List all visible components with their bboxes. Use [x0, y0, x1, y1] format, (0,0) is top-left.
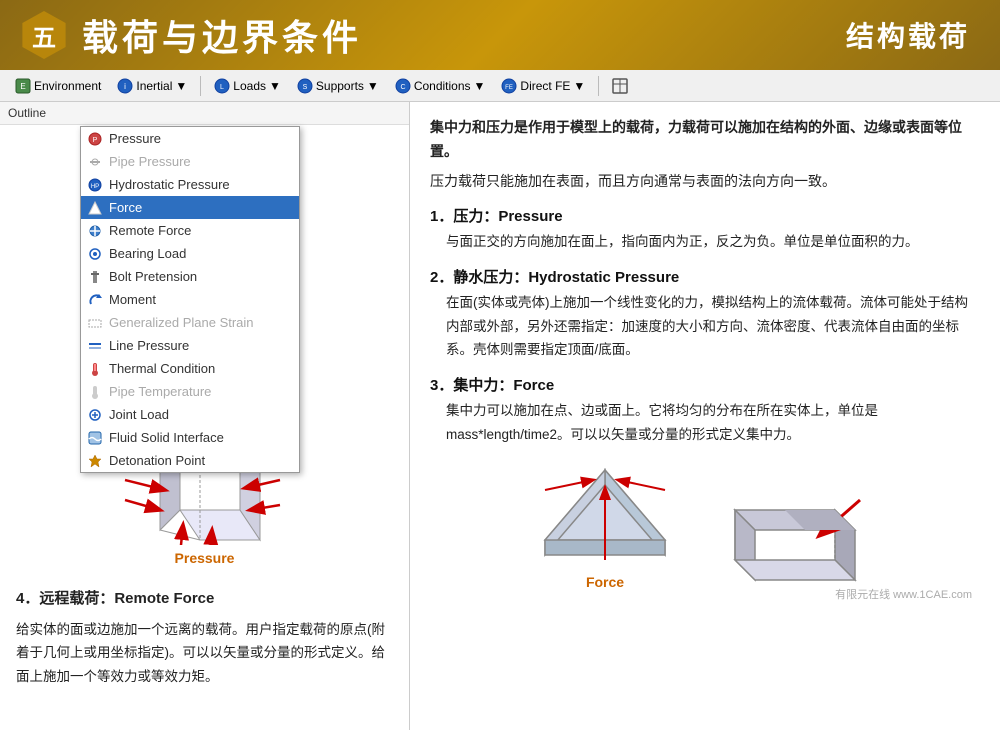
menu-item-line-pressure[interactable]: Line Pressure: [81, 334, 299, 357]
menu-item-pressure[interactable]: P Pressure: [81, 127, 299, 150]
pressure-caption: Pressure: [175, 550, 235, 566]
moment-menu-icon: [87, 292, 103, 308]
fluid-solid-menu-icon: [87, 430, 103, 446]
loads-icon: L: [214, 78, 230, 94]
svg-text:FE: FE: [506, 85, 514, 91]
toolbar: E Environment i Inertial ▼ L Loads ▼ S S…: [0, 70, 1000, 102]
table-icon: [612, 78, 628, 94]
svg-text:L: L: [220, 84, 224, 91]
left-section-title: 4．远程载荷：Remote Force: [16, 586, 393, 612]
intro-normal: 压力载荷只能施加在表面，而且方向通常与表面的法向方向一致。: [430, 170, 980, 194]
left-section-body: 给实体的面或边施加一个远离的载荷。用户指定载荷的原点(附着于几何上或用坐标指定)…: [16, 618, 393, 689]
right-panel: 集中力和压力是作用于模型上的载荷，力载荷可以施加在结构的外面、边缘或表面等位置。…: [410, 102, 1000, 730]
watermark: 有限元在线 www.1CAE.com: [422, 586, 972, 602]
page-subtitle: 结构载荷: [846, 15, 970, 55]
inertial-btn[interactable]: i Inertial ▼: [110, 75, 194, 97]
bearing-load-menu-icon: [87, 246, 103, 262]
menu-item-gen-plane-strain: Generalized Plane Strain: [81, 311, 299, 334]
menu-item-bearing-load[interactable]: Bearing Load: [81, 242, 299, 265]
right-intro: 集中力和压力是作用于模型上的载荷，力载荷可以施加在结构的外面、边缘或表面等位置。…: [430, 116, 980, 193]
inertial-icon: i: [117, 78, 133, 94]
section-3-title: 3．集中力：Force: [430, 374, 980, 395]
section-1-body: 与面正交的方向施加在面上，指向面内为正，反之为负。单位是单位面积的力。: [446, 230, 980, 254]
remote-force-menu-icon: [87, 223, 103, 239]
section-2-body: 在面(实体或壳体)上施加一个线性变化的力，模拟结构上的流体载荷。流体可能处于结构…: [446, 291, 980, 362]
force-illustration-2: [705, 480, 885, 590]
force-shape-2: [705, 480, 885, 590]
svg-text:HP: HP: [91, 184, 99, 190]
menu-item-moment[interactable]: Moment: [81, 288, 299, 311]
hydrostatic-menu-icon: HP: [87, 177, 103, 193]
bolt-pretension-menu-icon: [87, 269, 103, 285]
menu-item-remote-force[interactable]: Remote Force: [81, 219, 299, 242]
intro-bold: 集中力和压力是作用于模型上的载荷，力载荷可以施加在结构的外面、边缘或表面等位置。: [430, 116, 980, 164]
page-header: 五 载荷与边界条件 结构载荷: [0, 0, 1000, 70]
thermal-condition-menu-icon: [87, 361, 103, 377]
outline-label: Outline: [0, 102, 409, 125]
menu-item-detonation[interactable]: Detonation Point: [81, 449, 299, 472]
section-3-body: 集中力可以施加在点、边或面上。它将均匀的分布在所在实体上，单位是mass*len…: [446, 399, 980, 446]
extra-btn[interactable]: [605, 75, 635, 97]
menu-item-pipe-pressure: Pipe Pressure: [81, 150, 299, 173]
supports-btn[interactable]: S Supports ▼: [290, 75, 386, 97]
environment-icon: E: [15, 78, 31, 94]
menu-item-pipe-temperature: Pipe Temperature: [81, 380, 299, 403]
left-panel: Outline P Pressure Pipe Pressure HP: [0, 102, 410, 730]
force-shape-1: Force: [525, 460, 685, 590]
svg-text:P: P: [93, 137, 98, 144]
menu-item-fluid-solid[interactable]: Fluid Solid Interface: [81, 426, 299, 449]
section-2-title: 2．静水压力：Hydrostatic Pressure: [430, 266, 980, 287]
svg-text:S: S: [303, 84, 308, 91]
svg-text:E: E: [20, 82, 25, 91]
supports-icon: S: [297, 78, 313, 94]
joint-load-menu-icon: [87, 407, 103, 423]
page-title: 载荷与边界条件: [82, 9, 362, 61]
menu-item-bolt-pretension[interactable]: Bolt Pretension: [81, 265, 299, 288]
pipe-pressure-menu-icon: [87, 154, 103, 170]
gen-plane-strain-menu-icon: [87, 315, 103, 331]
direct-fe-icon: FE: [501, 78, 517, 94]
environment-btn[interactable]: E Environment: [8, 75, 108, 97]
force-menu-icon: [87, 200, 103, 216]
loads-dropdown: P Pressure Pipe Pressure HP Hydrostatic …: [80, 126, 300, 473]
section-number: 五: [20, 11, 68, 59]
main-content: Outline P Pressure Pipe Pressure HP: [0, 102, 1000, 730]
line-pressure-menu-icon: [87, 338, 103, 354]
svg-text:C: C: [400, 84, 405, 91]
loads-btn[interactable]: L Loads ▼: [207, 75, 288, 97]
pressure-menu-icon: P: [87, 131, 103, 147]
sep1: [200, 76, 201, 96]
force-illustration-1: [525, 460, 685, 570]
left-description: 4．远程载荷：Remote Force 给实体的面或边施加一个远离的载荷。用户指…: [0, 576, 409, 698]
sep2: [598, 76, 599, 96]
bottom-illustrations: Force: [430, 460, 980, 590]
detonation-menu-icon: [87, 453, 103, 469]
pipe-temperature-menu-icon: [87, 384, 103, 400]
menu-item-force[interactable]: Force: [81, 196, 299, 219]
section-1-title: 1．压力：Pressure: [430, 205, 980, 226]
menu-item-joint-load[interactable]: Joint Load: [81, 403, 299, 426]
conditions-btn[interactable]: C Conditions ▼: [388, 75, 493, 97]
direct-fe-btn[interactable]: FE Direct FE ▼: [494, 75, 592, 97]
menu-item-hydrostatic[interactable]: HP Hydrostatic Pressure: [81, 173, 299, 196]
conditions-icon: C: [395, 78, 411, 94]
svg-text:i: i: [124, 82, 126, 91]
menu-item-thermal-condition[interactable]: Thermal Condition: [81, 357, 299, 380]
